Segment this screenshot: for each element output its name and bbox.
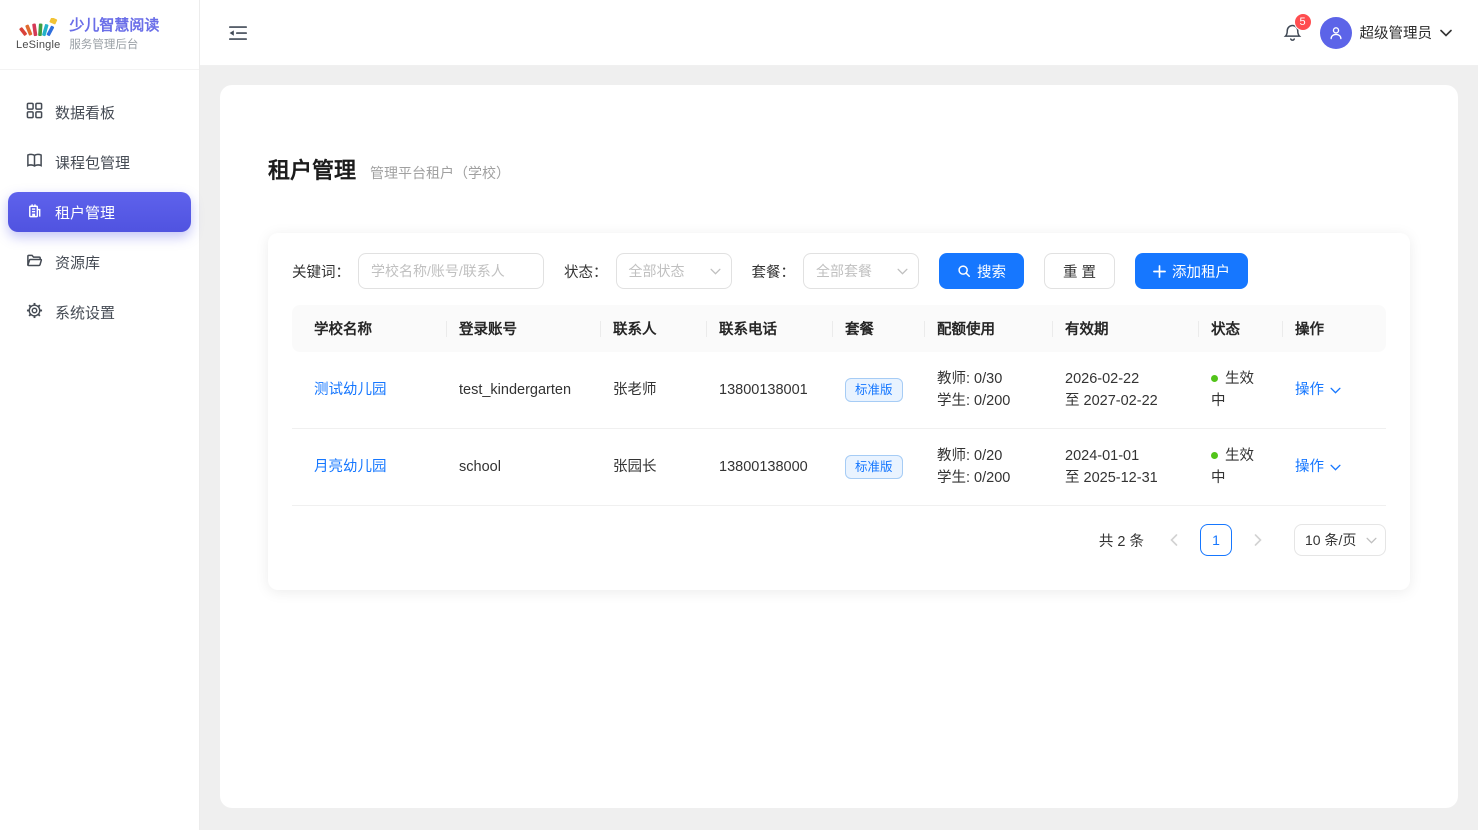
add-tenant-button[interactable]: 添加租户 [1135,253,1248,289]
user-icon [1327,24,1345,42]
contact-name: 张园长 [601,429,707,506]
contact-phone: 13800138000 [707,429,833,506]
status-dot [1211,375,1218,382]
book-icon [26,152,43,173]
login-account: test_kindergarten [447,352,601,429]
plan-tag: 标准版 [845,378,903,402]
validity-cell: 2026-02-22 至 2027-02-22 [1053,352,1199,429]
lesingle-logo-icon: LeSingle [16,18,60,51]
plan-tag: 标准版 [845,455,903,479]
col-school-name: 学校名称 [292,305,447,352]
status-cell: 生效中 [1199,352,1283,429]
sidebar-item-label: 资源库 [55,252,100,273]
school-name-link[interactable]: 测试幼儿园 [314,382,387,398]
sidebar-item-label: 租户管理 [55,202,115,223]
row-actions-dropdown[interactable]: 操作 [1295,379,1341,401]
col-contact: 联系人 [601,305,707,352]
pagination-total: 共 2 条 [1099,530,1144,551]
status-label: 状态： [564,261,608,282]
brand-subtitle: 服务管理后台 [69,38,159,52]
school-name-link[interactable]: 月亮幼儿园 [314,459,387,475]
login-account: school [447,429,601,506]
page-title: 租户管理 [268,153,356,185]
keyword-label: 关键词： [292,261,350,282]
user-name: 超级管理员 [1360,22,1433,43]
brand-area: LeSingle 少儿智慧阅读 服务管理后台 [0,0,199,70]
row-actions-dropdown[interactable]: 操作 [1295,456,1341,478]
status-dot [1211,452,1218,459]
col-validity: 有效期 [1053,305,1199,352]
topbar: 5 超级管理员 [200,0,1478,66]
page-card: 租户管理 管理平台租户（学校） 关键词： 状态： 全部状态 套餐： [220,85,1458,808]
search-button[interactable]: 搜索 [939,253,1024,289]
table-row: 测试幼儿园 test_kindergarten 张老师 13800138001 … [292,352,1386,429]
chevron-down-icon [1330,464,1341,471]
col-actions: 操作 [1283,305,1386,352]
dashboard-icon [26,102,43,123]
col-status: 状态 [1199,305,1283,352]
sidebar: LeSingle 少儿智慧阅读 服务管理后台 数据看板 [0,0,200,830]
user-menu[interactable]: 超级管理员 [1320,17,1453,49]
sidebar-item-label: 数据看板 [55,102,115,123]
prev-page-button[interactable] [1160,526,1188,554]
next-page-button[interactable] [1244,526,1272,554]
notification-bell-button[interactable]: 5 [1280,20,1306,46]
tenant-table: 学校名称 登录账号 联系人 联系电话 套餐 配额使用 有效期 状态 操作 测试幼… [292,305,1386,506]
col-login-account: 登录账号 [447,305,601,352]
sidebar-item-settings[interactable]: 系统设置 [8,292,191,332]
folder-icon [26,252,43,273]
plan-select[interactable]: 全部套餐 [803,253,919,289]
page-number-button[interactable]: 1 [1200,524,1232,556]
page-size-select[interactable]: 10 条/页 [1294,524,1386,556]
status-select[interactable]: 全部状态 [616,253,732,289]
chevron-right-icon [1254,534,1262,546]
contact-phone: 13800138001 [707,352,833,429]
sidebar-item-label: 系统设置 [55,302,115,323]
sidebar-item-course-packages[interactable]: 课程包管理 [8,142,191,182]
table-header-row: 学校名称 登录账号 联系人 联系电话 套餐 配额使用 有效期 状态 操作 [292,305,1386,352]
col-quota: 配额使用 [925,305,1053,352]
notification-count-badge: 5 [1294,13,1312,31]
chevron-down-icon [1366,537,1377,544]
page-subtitle: 管理平台租户（学校） [370,163,510,183]
sidebar-menu: 数据看板 课程包管理 租户管理 [0,70,199,364]
main-content: 租户管理 管理平台租户（学校） 关键词： 状态： 全部状态 套餐： [200,66,1478,830]
search-icon [957,264,971,278]
table-row: 月亮幼儿园 school 张园长 13800138000 标准版 教师: 0/2… [292,429,1386,506]
quota-cell: 教师: 0/30 学生: 0/200 [925,352,1053,429]
chevron-down-icon [897,268,908,275]
brand-title: 少儿智慧阅读 [69,17,159,36]
pagination: 共 2 条 1 10 条/页 [292,524,1386,556]
chevron-down-icon [710,268,721,275]
reset-button[interactable]: 重 置 [1044,253,1115,289]
chevron-down-icon [1330,387,1341,394]
sidebar-item-resources[interactable]: 资源库 [8,242,191,282]
chevron-down-icon [1440,29,1452,37]
sidebar-item-label: 课程包管理 [55,152,130,173]
plan-label: 套餐： [752,261,796,282]
col-plan: 套餐 [833,305,925,352]
gear-icon [26,302,43,323]
building-icon [26,202,43,223]
validity-cell: 2024-01-01 至 2025-12-31 [1053,429,1199,506]
filter-bar: 关键词： 状态： 全部状态 套餐： 全部套餐 [292,253,1386,289]
col-phone: 联系电话 [707,305,833,352]
sidebar-item-dashboard[interactable]: 数据看板 [8,92,191,132]
status-cell: 生效中 [1199,429,1283,506]
sidebar-collapse-button[interactable] [226,21,250,45]
tenant-panel: 关键词： 状态： 全部状态 套餐： 全部套餐 [268,233,1410,590]
chevron-left-icon [1170,534,1178,546]
quota-cell: 教师: 0/20 学生: 0/200 [925,429,1053,506]
brand-logo-text: LeSingle [16,39,60,51]
sidebar-item-tenants[interactable]: 租户管理 [8,192,191,232]
keyword-input[interactable] [358,253,544,289]
contact-name: 张老师 [601,352,707,429]
plus-icon [1153,265,1166,278]
avatar [1320,17,1352,49]
